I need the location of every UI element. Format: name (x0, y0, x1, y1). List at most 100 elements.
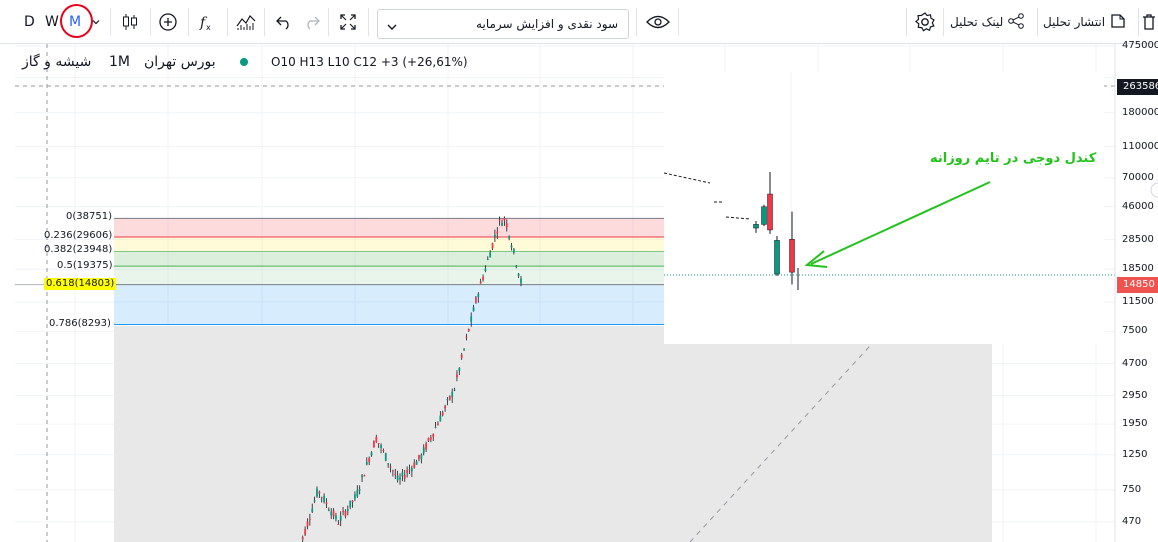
eye-icon[interactable] (644, 8, 672, 36)
candle-body (491, 243, 494, 249)
candle-body (370, 452, 373, 456)
dropdown-value: سود نقدی و افزایش سرمایه (476, 17, 618, 31)
candle-body (453, 389, 456, 391)
candle-body (475, 297, 477, 303)
timeframe-week[interactable]: W (45, 0, 59, 44)
candle-body (441, 412, 444, 416)
doji-annotation-text: کندل دوجی در تایم روزانه (930, 151, 1097, 166)
candle-body (365, 461, 368, 465)
candle-body (375, 436, 378, 443)
candle-body (489, 252, 492, 258)
candle-body (496, 231, 499, 234)
candle-body (517, 273, 520, 276)
gear-icon[interactable] (911, 8, 939, 36)
price-axis-tick: 475000 (1122, 40, 1158, 51)
plus-circle-icon[interactable] (154, 8, 182, 36)
toolbar-divider (188, 8, 189, 36)
candle-body (477, 294, 480, 298)
toolbar-divider (636, 8, 637, 36)
trash-icon[interactable] (1140, 8, 1158, 36)
ohlc-values: O10 H13 L10 C12 +3 (+26,61%) (271, 55, 468, 69)
candle-body (354, 494, 356, 499)
publish-analysis-button[interactable]: انتشار تحلیل (1043, 0, 1127, 44)
toolbar-divider (678, 8, 679, 36)
price-axis-tick: 7500 (1122, 325, 1148, 337)
price-axis-tick: 110000 (1122, 140, 1158, 152)
candle-body (344, 511, 347, 517)
price-axis-tick: 750 (1122, 483, 1142, 495)
candle-body (342, 510, 344, 512)
candle-body (437, 423, 439, 426)
fib-band (114, 218, 664, 237)
candle-body (425, 443, 428, 450)
candle-body (422, 447, 425, 454)
candle-body (399, 477, 401, 480)
candle-body (472, 307, 475, 312)
candle-body (311, 508, 314, 512)
publish-icon (1109, 12, 1127, 33)
fullscreen-icon[interactable] (334, 8, 362, 36)
candle-body (339, 515, 342, 521)
candle-body (368, 457, 371, 463)
toolbar-divider (906, 8, 907, 36)
symbol-name[interactable]: شیشه و گاز (22, 52, 91, 72)
candle-body (467, 328, 470, 332)
grey-shaded-region (114, 326, 992, 542)
link-analysis-button[interactable]: لینک تحلیل (950, 0, 1025, 44)
price-axis-tick: 46000 (1122, 200, 1154, 212)
top-toolbar: D W M fx سود نقدی و افزایش سرمایه لینک ت… (0, 0, 1158, 44)
candle-body (458, 367, 461, 371)
daily-inset-panel (664, 72, 1104, 344)
candles-icon[interactable] (116, 8, 144, 36)
toolbar-divider (1138, 8, 1139, 36)
candle-body (306, 521, 309, 527)
fib-band (114, 251, 664, 267)
toolbar-divider (328, 8, 329, 36)
candle-body (498, 219, 501, 221)
candle-body (313, 500, 316, 502)
candle-body (444, 406, 446, 409)
candle-body (349, 500, 352, 508)
candle-body (318, 491, 321, 494)
fib-band (114, 236, 664, 252)
candle-body (486, 258, 489, 260)
candle-body (482, 276, 484, 280)
timeframe-day[interactable]: D (24, 0, 35, 44)
toolbar-divider (368, 8, 369, 36)
inset-candle-body (761, 206, 767, 225)
candle-body (515, 265, 518, 267)
scroll-handle (1150, 182, 1158, 198)
price-chart[interactable] (0, 44, 1158, 542)
price-axis-tick: 70000 (1122, 171, 1154, 183)
indicators-icon[interactable] (232, 8, 260, 36)
chevron-down-icon[interactable] (88, 8, 104, 36)
candle-body (406, 470, 409, 473)
toolbar-divider (150, 8, 151, 36)
candle-body (335, 515, 337, 520)
inset-candle-body (789, 239, 795, 273)
toolbar-divider (110, 8, 111, 36)
candle-body (508, 236, 511, 239)
link-analysis-label: لینک تحلیل (950, 15, 1004, 29)
fib-band (114, 284, 664, 325)
candle-body (382, 450, 385, 452)
toolbar-divider (227, 8, 228, 36)
candle-body (373, 441, 375, 448)
candle-body (380, 445, 382, 448)
candle-body (460, 354, 463, 359)
inset-candle-body (753, 224, 759, 229)
redo-icon[interactable] (298, 8, 326, 36)
toolbar-divider (943, 8, 944, 36)
svg-text:x: x (206, 23, 211, 32)
dividend-capital-increase-dropdown[interactable]: سود نقدی و افزایش سرمایه (377, 9, 629, 39)
fx-icon[interactable]: fx (192, 8, 220, 36)
price-axis-tick: 180000 (1122, 106, 1158, 118)
undo-icon[interactable] (270, 8, 298, 36)
fib-band (114, 266, 664, 285)
crosshair-price-label: 263586 (1117, 79, 1158, 95)
candle-body (391, 470, 394, 472)
candle-body (479, 281, 482, 284)
candle-body (501, 222, 503, 226)
candle-body (463, 348, 465, 350)
exchange-name: بورس تهران (144, 54, 216, 70)
